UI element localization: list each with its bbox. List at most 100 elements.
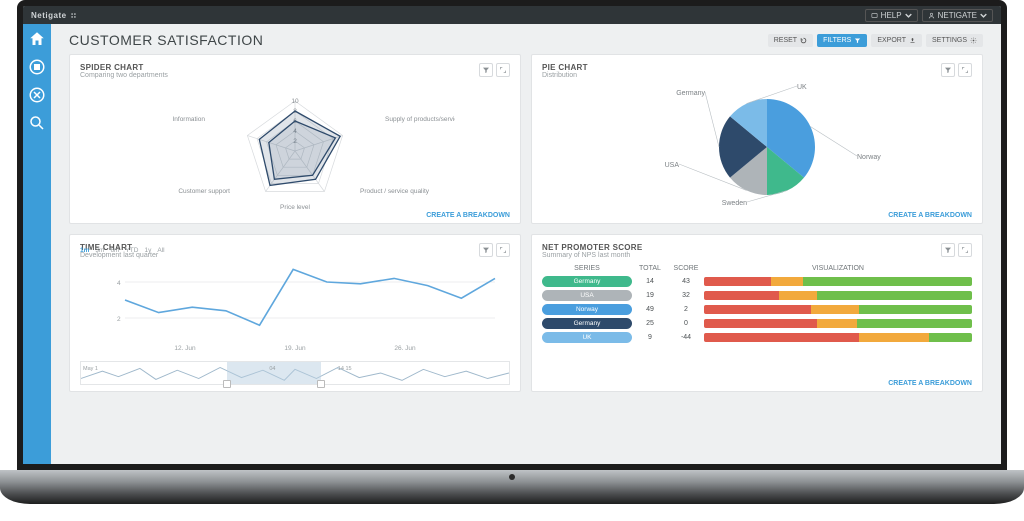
svg-text:2: 2: [117, 316, 121, 323]
brand-icon: [70, 12, 77, 19]
home-icon[interactable]: [28, 30, 46, 48]
card-title: NET PROMOTER SCORE: [542, 243, 643, 252]
total-cell: 49: [632, 306, 668, 313]
svg-text:USA: USA: [665, 162, 680, 169]
gear-icon: [970, 37, 977, 44]
chevron-down-icon: [905, 12, 912, 19]
svg-text:Product / service quality: Product / service quality: [360, 188, 430, 195]
score-cell: 43: [668, 278, 704, 285]
brand-name: Netigate: [31, 11, 67, 20]
svg-text:Customer support: Customer support: [178, 188, 230, 195]
settings-button[interactable]: SETTINGS: [926, 34, 983, 47]
filter-card-button[interactable]: [941, 63, 955, 77]
card-title: SPIDER CHART: [80, 63, 168, 72]
sidebar: [23, 24, 51, 464]
range-option[interactable]: 1m: [80, 247, 89, 254]
reset-icon: [800, 37, 807, 44]
user-menu[interactable]: NETIGATE: [922, 9, 993, 22]
tools-icon[interactable]: [28, 86, 46, 104]
laptop-base: [0, 470, 1024, 504]
scrub-label: May 1: [83, 366, 98, 372]
expand-button[interactable]: [958, 243, 972, 257]
svg-text:26. Jun: 26. Jun: [394, 345, 416, 352]
scrub-label: 14 15: [338, 366, 352, 372]
score-cell: -44: [668, 334, 704, 341]
brand-logo: Netigate: [31, 11, 77, 20]
filter-icon: [854, 37, 861, 44]
svg-text:19. Jun: 19. Jun: [284, 345, 306, 352]
svg-text:UK: UK: [797, 84, 807, 91]
nps-header-row: SERIES TOTAL SCORE VISUALIZATION: [542, 265, 972, 272]
help-icon: [871, 12, 878, 19]
search-icon[interactable]: [28, 114, 46, 132]
range-option[interactable]: 6m: [110, 247, 119, 254]
svg-text:Norway: Norway: [857, 154, 881, 161]
filter-icon: [482, 246, 490, 254]
card-subtitle: Summary of NPS last month: [542, 252, 643, 259]
nps-row: Norway492: [542, 304, 972, 315]
nps-bar: [704, 333, 972, 342]
export-button[interactable]: EXPORT: [871, 34, 922, 47]
card-subtitle: Comparing two departments: [80, 72, 168, 79]
series-badge: Germany: [542, 276, 632, 287]
nps-bar: [704, 277, 972, 286]
scrub-label: 04: [269, 366, 275, 372]
svg-text:Germany: Germany: [676, 90, 705, 97]
svg-text:10: 10: [291, 98, 299, 105]
range-option[interactable]: 3m: [95, 247, 104, 254]
total-cell: 25: [632, 320, 668, 327]
time-card: TIME CHART Development last quarter 1m3m…: [69, 234, 521, 392]
spider-chart: 2 4 6 8 10 Supply of products/services P…: [135, 81, 455, 211]
breakdown-link[interactable]: CREATE A BREAKDOWN: [426, 212, 510, 219]
time-scrubber[interactable]: May 1 04 14 15: [80, 361, 510, 385]
card-title: PIE CHART: [542, 63, 588, 72]
nps-bar: [704, 305, 972, 314]
filters-button[interactable]: FILTERS: [817, 34, 867, 47]
help-button[interactable]: HELP: [865, 9, 918, 22]
svg-text:Information: Information: [172, 116, 205, 123]
pie-chart: Norway Sweden USA Germany UK: [597, 79, 917, 209]
svg-text:12. Jun: 12. Jun: [174, 345, 196, 352]
expand-icon: [499, 246, 507, 254]
expand-icon: [961, 246, 969, 254]
range-option[interactable]: 1y: [144, 247, 151, 254]
help-label: HELP: [881, 11, 902, 20]
series-badge: USA: [542, 290, 632, 301]
total-cell: 9: [632, 334, 668, 341]
nps-row: Germany250: [542, 318, 972, 329]
breakdown-link[interactable]: CREATE A BREAKDOWN: [888, 380, 972, 387]
filter-card-button[interactable]: [479, 243, 493, 257]
svg-text:4: 4: [117, 280, 121, 287]
total-cell: 14: [632, 278, 668, 285]
svg-text:Price level: Price level: [280, 204, 311, 211]
filter-icon: [944, 66, 952, 74]
filter-icon: [944, 246, 952, 254]
score-cell: 32: [668, 292, 704, 299]
range-option[interactable]: All: [157, 247, 164, 254]
total-cell: 19: [632, 292, 668, 299]
reset-button[interactable]: RESET: [768, 34, 813, 47]
expand-button[interactable]: [496, 243, 510, 257]
filter-card-button[interactable]: [941, 243, 955, 257]
user-label: NETIGATE: [938, 11, 977, 20]
range-option[interactable]: YTD: [125, 247, 138, 254]
expand-button[interactable]: [958, 63, 972, 77]
nps-row: UK9-44: [542, 332, 972, 343]
series-badge: UK: [542, 332, 632, 343]
pie-card: PIE CHART Distribution Norway Sweden USA Ge…: [531, 54, 983, 224]
nps-card: NET PROMOTER SCORE Summary of NPS last m…: [531, 234, 983, 392]
page-title: CUSTOMER SATISFACTION: [69, 32, 263, 48]
app-topbar: Netigate HELP NETIGATE: [23, 6, 1001, 24]
card-subtitle: Distribution: [542, 72, 588, 79]
filter-icon: [482, 66, 490, 74]
series-badge: Germany: [542, 318, 632, 329]
breakdown-link[interactable]: CREATE A BREAKDOWN: [888, 212, 972, 219]
user-icon: [928, 12, 935, 19]
spider-card: SPIDER CHART Comparing two departments: [69, 54, 521, 224]
nps-row: Germany1443: [542, 276, 972, 287]
svg-text:Sweden: Sweden: [722, 200, 747, 207]
reports-icon[interactable]: [28, 58, 46, 76]
export-icon: [909, 37, 916, 44]
filter-card-button[interactable]: [479, 63, 493, 77]
expand-button[interactable]: [496, 63, 510, 77]
